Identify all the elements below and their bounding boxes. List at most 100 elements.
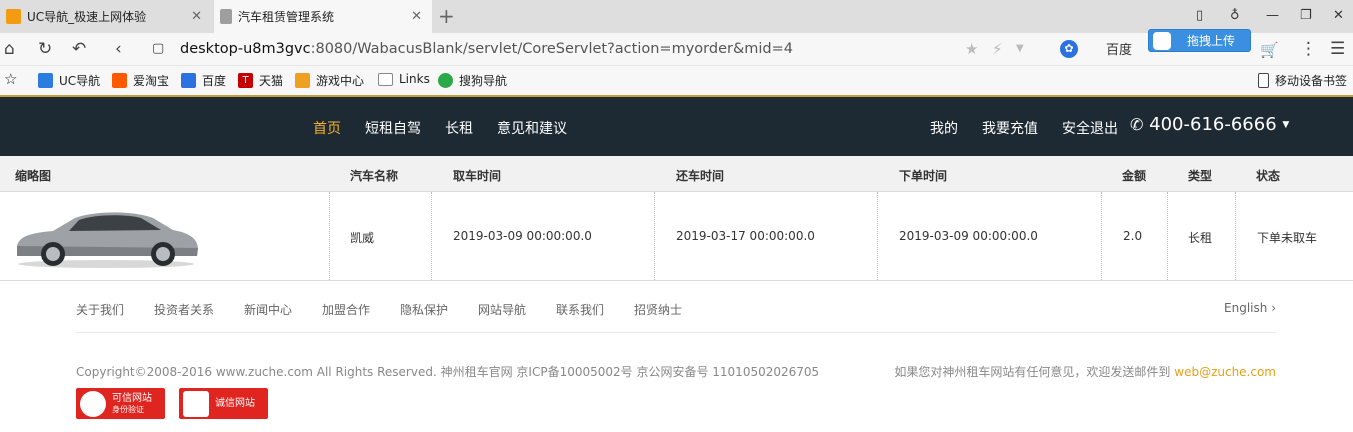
chevron-down-icon[interactable]: ▼ — [1016, 43, 1024, 54]
page-icon — [220, 9, 232, 24]
footer-link-privacy[interactable]: 隐私保护 — [400, 301, 448, 318]
sogou-icon — [438, 73, 453, 88]
footer-link-investors[interactable]: 投资者关系 — [154, 301, 214, 318]
column-divider — [877, 192, 878, 280]
trusted-site-badge[interactable]: 可信网站 身份验证 — [76, 388, 165, 419]
order-time: 2019-03-09 00:00:00.0 — [899, 229, 1038, 243]
bookmark-links[interactable]: Links — [378, 72, 430, 86]
undo-icon[interactable]: ↶ — [72, 39, 86, 59]
col-pickup-time: 取车时间 — [453, 169, 502, 183]
footer-link-contact[interactable]: 联系我们 — [556, 301, 604, 318]
footer-link-sitemap[interactable]: 网站导航 — [478, 301, 526, 318]
close-window-icon[interactable]: ✕ — [1333, 8, 1344, 23]
url-input[interactable]: desktop-u8m3gvc:8080/WabacusBlank/servle… — [180, 41, 793, 57]
column-divider — [654, 192, 655, 280]
bookmark-label: 搜狗导航 — [459, 74, 508, 88]
site-nav-bar: 首页 短租自驾 长租 意见和建议 我的 我要充值 安全退出 ✆ 400-616-… — [0, 97, 1353, 156]
speed-icon[interactable]: ⚡ — [992, 40, 1003, 58]
col-thumbnail: 缩略图 — [15, 169, 52, 183]
nav-logout[interactable]: 安全退出 — [1062, 118, 1118, 138]
bookmark-aitaobao[interactable]: 爱淘宝 — [112, 72, 169, 89]
back-icon[interactable]: ‹ — [115, 39, 122, 59]
uc-nav-icon — [38, 73, 53, 88]
badge-line2: 身份验证 — [112, 404, 144, 414]
integrity-site-badge[interactable]: 诚信网站 — [179, 388, 268, 419]
home-icon[interactable]: ⌂ — [4, 39, 15, 59]
table-row[interactable]: 凯威 2019-03-09 00:00:00.0 2019-03-17 00:0… — [0, 192, 1353, 281]
sidebar-toggle-icon[interactable]: ▯ — [1196, 8, 1203, 23]
bookmarks-bar: ☆ UC导航 爱淘宝 百度 T 天猫 游戏中心 Links 搜狗导航 移动设备书… — [0, 66, 1353, 96]
nav-long-rent[interactable]: 长租 — [445, 118, 473, 138]
close-tab-icon[interactable]: ✕ — [411, 9, 422, 24]
footer-link-news[interactable]: 新闻中心 — [244, 301, 292, 318]
col-order-time: 下单时间 — [899, 169, 948, 183]
col-car-name: 汽车名称 — [350, 169, 399, 183]
chevron-down-icon: ▼ — [1282, 120, 1290, 130]
aitaobao-icon — [112, 73, 127, 88]
footer-link-careers[interactable]: 招贤纳士 — [634, 301, 682, 318]
column-divider — [431, 192, 432, 280]
column-divider — [1235, 192, 1236, 280]
close-tab-icon[interactable]: ✕ — [191, 9, 202, 24]
badge-line1: 可信网站 — [112, 392, 152, 404]
footer-link-franchise[interactable]: 加盟合作 — [322, 301, 370, 318]
refresh-icon[interactable]: ↻ — [38, 39, 52, 59]
minimize-icon[interactable]: — — [1266, 8, 1279, 23]
phone-icon: ✆ — [1130, 115, 1144, 134]
integrity-site-icon — [183, 390, 209, 417]
cloud-icon — [1153, 31, 1171, 50]
footer-links: 关于我们 投资者关系 新闻中心 加盟合作 隐私保护 网站导航 联系我们 招贤纳士… — [76, 301, 1276, 321]
more-menu-icon[interactable]: ⋮ — [1300, 39, 1317, 59]
search-engine-selector[interactable]: ✿ 百度 — [1060, 39, 1132, 58]
bookmark-label: UC导航 — [59, 74, 101, 88]
nav-recharge[interactable]: 我要充值 — [982, 118, 1038, 138]
mobile-bookmarks[interactable]: 移动设备书签 — [1258, 72, 1347, 89]
bookmark-baidu[interactable]: 百度 — [181, 72, 226, 89]
feedback-email-link[interactable]: web@zuche.com — [1174, 365, 1276, 379]
bookmark-tmall[interactable]: T 天猫 — [238, 72, 283, 89]
col-return-time: 还车时间 — [676, 169, 725, 183]
nav-home[interactable]: 首页 — [313, 118, 341, 138]
hotline[interactable]: ✆ 400-616-6666 ▼ — [1130, 114, 1289, 135]
nav-feedback[interactable]: 意见和建议 — [497, 118, 567, 138]
browser-tab-rental-system[interactable]: 汽车租赁管理系统 ✕ — [214, 0, 432, 33]
col-amount: 金额 — [1122, 169, 1147, 183]
footer-link-about[interactable]: 关于我们 — [76, 301, 124, 318]
column-divider — [329, 192, 330, 280]
tmall-icon: T — [238, 73, 253, 88]
cart-icon[interactable]: 🛒 — [1260, 41, 1279, 59]
bookmark-label: 百度 — [202, 74, 227, 88]
column-divider — [1167, 192, 1168, 280]
bookmark-uc-nav[interactable]: UC导航 — [38, 72, 100, 89]
bookmark-game-center[interactable]: 游戏中心 — [295, 72, 364, 89]
game-center-icon — [295, 73, 310, 88]
search-engine-label: 百度 — [1106, 43, 1133, 58]
nav-my-account[interactable]: 我的 — [930, 118, 958, 138]
bookmark-sogou[interactable]: 搜狗导航 — [438, 72, 507, 89]
amount: 2.0 — [1123, 229, 1143, 243]
hamburger-menu-icon[interactable]: ☰ — [1330, 39, 1345, 59]
car-thumbnail — [17, 212, 198, 268]
order-status: 下单未取车 — [1257, 231, 1318, 245]
maximize-icon[interactable]: ❐ — [1300, 8, 1312, 23]
drag-upload-button[interactable]: 拖拽上传 — [1148, 29, 1251, 52]
baidu-icon — [181, 73, 196, 88]
trusted-site-icon — [80, 390, 106, 417]
url-host: desktop-u8m3gvc — [180, 41, 311, 57]
bookmark-star-icon[interactable]: ★ — [965, 40, 978, 58]
bookmarks-star-icon[interactable]: ☆ — [4, 70, 17, 88]
new-tab-button[interactable]: + — [438, 4, 455, 28]
nav-short-rent[interactable]: 短租自驾 — [365, 118, 421, 138]
skin-icon[interactable]: ♁ — [1230, 8, 1240, 23]
bookmark-label: 爱淘宝 — [133, 74, 170, 88]
language-switch[interactable]: English › — [1224, 301, 1276, 315]
baidu-paw-icon: ✿ — [1060, 39, 1078, 58]
pickup-time: 2019-03-09 00:00:00.0 — [453, 229, 592, 243]
feedback-note: 如果您对神州租车网站有任何意见，欢迎发送邮件到 web@zuche.com — [894, 363, 1276, 380]
footer-divider — [76, 332, 1276, 333]
browser-tab-uc-nav[interactable]: UC导航_极速上网体验 ✕ — [0, 0, 212, 33]
badge-text: 诚信网站 — [215, 398, 255, 409]
tab-label: 汽车租赁管理系统 — [238, 10, 335, 24]
mobile-device-icon — [1258, 73, 1269, 88]
page-info-icon[interactable]: ▢ — [152, 41, 164, 56]
